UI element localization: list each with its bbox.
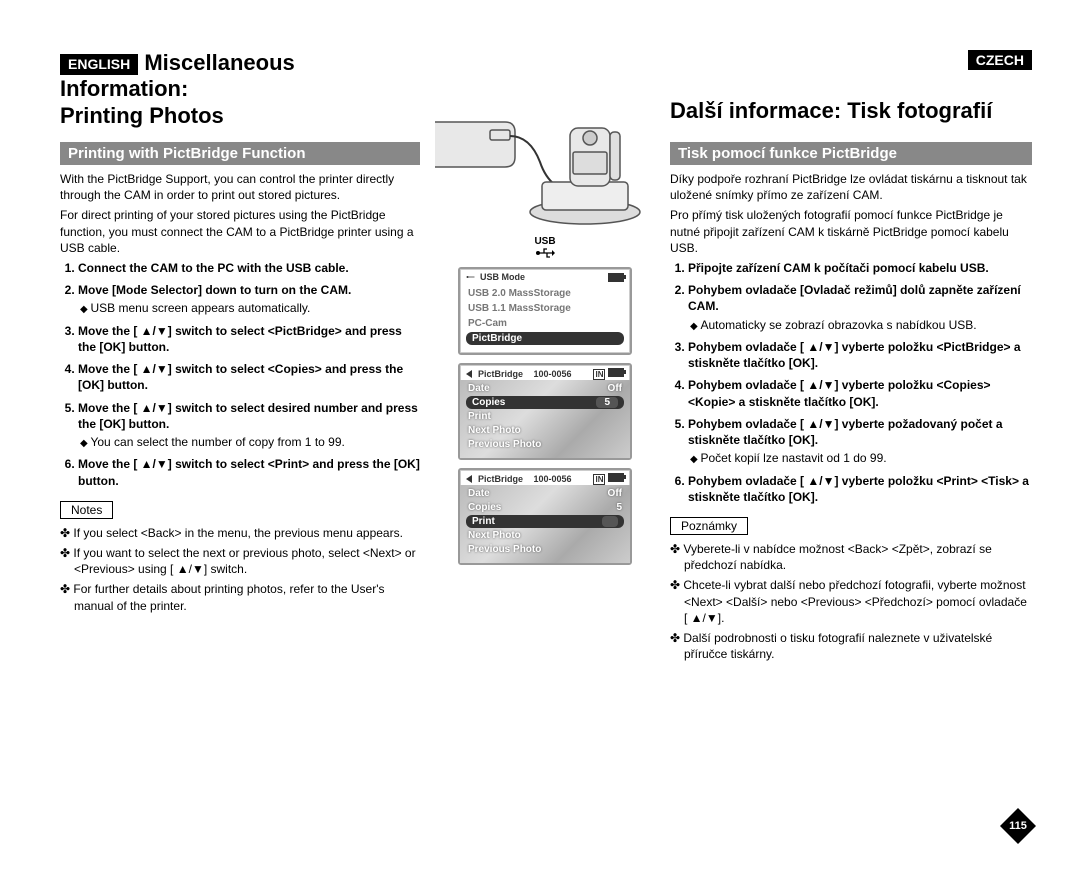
row-copies-sel: Copies5	[466, 396, 624, 409]
left-section-heading: Printing with PictBridge Function	[60, 142, 420, 165]
left-steps-list: Connect the CAM to the PC with the USB c…	[60, 260, 420, 489]
left-note-2: If you want to select the next or previo…	[60, 545, 420, 577]
left-step-2-sub: USB menu screen appears automatically.	[80, 300, 420, 317]
left-note-3: For further details about printing photo…	[60, 581, 420, 613]
right-step-5: Pohybem ovladače [ ▲/▼] vyberte požadova…	[688, 416, 1032, 467]
menu-usb11: USB 1.1 MassStorage	[466, 302, 624, 315]
right-step-4: Pohybem ovladače [ ▲/▼] vyberte položku …	[688, 377, 1032, 409]
left-notes-label: Notes	[60, 501, 113, 519]
row-prev: Previous Photo	[466, 543, 624, 556]
left-intro-p1: With the PictBridge Support, you can con…	[60, 171, 420, 203]
page-number: 115	[1000, 808, 1036, 844]
left-intro-p2: For direct printing of your stored pictu…	[60, 207, 420, 256]
screen3-title: PictBridge	[478, 474, 523, 484]
battery-icon	[608, 273, 624, 282]
menu-usb20: USB 2.0 MassStorage	[466, 287, 624, 300]
menu-pictbridge: PictBridge	[466, 332, 624, 345]
usb-mode-screen: USB Mode USB 2.0 MassStorage USB 1.1 Mas…	[458, 267, 632, 355]
right-note-2: Chcete-li vybrat další nebo předchozí fo…	[670, 577, 1032, 626]
pictbridge-screen-print: PictBridge 100-0056 IN DateOff Copies5 P…	[458, 468, 632, 565]
row-next: Next Photo	[466, 424, 624, 437]
back-arrow-icon	[466, 370, 474, 378]
left-step-2: Move [Mode Selector] down to turn on the…	[78, 282, 420, 317]
pictbridge-screen-copies: PictBridge 100-0056 IN DateOff Copies5 P…	[458, 363, 632, 460]
battery-icon	[608, 368, 624, 377]
right-column: CZECH Další informace: Tisk fotografií T…	[670, 50, 1032, 850]
left-notes-list: If you select <Back> in the menu, the pr…	[60, 525, 420, 614]
page-number-badge: 115	[1000, 808, 1036, 844]
row-prev: Previous Photo	[466, 438, 624, 451]
right-section-heading: Tisk pomocí funkce PictBridge	[670, 142, 1032, 165]
right-page-title: Další informace: Tisk fotografií	[670, 98, 1032, 124]
screen1-title: USB Mode	[480, 272, 525, 282]
right-step-2-sub: Automaticky se zobrazí obrazovka s nabíd…	[690, 317, 1032, 334]
screen2-counter: 100-0056	[534, 369, 572, 379]
right-step-2: Pohybem ovladače [Ovladač režimů] dolů z…	[688, 282, 1032, 333]
usb-label: USB	[420, 236, 670, 259]
right-note-1: Vyberete-li v nabídce možnost <Back> <Zp…	[670, 541, 1032, 573]
title-printing-photos: Printing Photos	[60, 103, 420, 129]
left-step-5: Move the [ ▲/▼] switch to select desired…	[78, 400, 420, 451]
row-date: DateOff	[466, 382, 624, 395]
right-step-5-sub: Počet kopií lze nastavit od 1 do 99.	[690, 450, 1032, 467]
right-note-3: Další podrobnosti o tisku fotografií nal…	[670, 630, 1032, 662]
right-intro-p1: Díky podpoře rozhraní PictBridge lze ovl…	[670, 171, 1032, 203]
screen3-counter: 100-0056	[534, 474, 572, 484]
center-column: USB USB Mode USB 2.0 MassStorage USB 1.1…	[420, 50, 670, 850]
czech-badge: CZECH	[968, 50, 1032, 70]
usb-icon	[466, 273, 476, 281]
right-notes-label: Poznámky	[670, 517, 748, 535]
left-step-1: Connect the CAM to the PC with the USB c…	[78, 260, 420, 276]
screen2-title: PictBridge	[478, 369, 523, 379]
row-next: Next Photo	[466, 529, 624, 542]
back-arrow-icon	[466, 475, 474, 483]
left-column: ENGLISH Miscellaneous Information: Print…	[60, 50, 420, 850]
row-print-sel: Print	[466, 515, 624, 528]
left-intro: With the PictBridge Support, you can con…	[60, 171, 420, 256]
left-page-title: ENGLISH Miscellaneous Information: Print…	[60, 50, 420, 129]
menu-pccam: PC-Cam	[466, 317, 624, 330]
right-step-6: Pohybem ovladače [ ▲/▼] vyberte položku …	[688, 473, 1032, 505]
device-illustration	[430, 112, 660, 232]
right-intro: Díky podpoře rozhraní PictBridge lze ovl…	[670, 171, 1032, 256]
row-date: DateOff	[466, 487, 624, 500]
right-step-3: Pohybem ovladače [ ▲/▼] vyberte položku …	[688, 339, 1032, 371]
right-notes-list: Vyberete-li v nabídce možnost <Back> <Zp…	[670, 541, 1032, 662]
right-steps-list: Připojte zařízení CAM k počítači pomocí …	[670, 260, 1032, 505]
usb-icon	[535, 247, 555, 259]
battery-icon	[608, 473, 624, 482]
left-step-6: Move the [ ▲/▼] switch to select <Print>…	[78, 456, 420, 488]
english-badge: ENGLISH	[60, 54, 138, 75]
left-note-1: If you select <Back> in the menu, the pr…	[60, 525, 420, 541]
left-step-5-sub: You can select the number of copy from 1…	[80, 434, 420, 451]
left-step-3: Move the [ ▲/▼] switch to select <PictBr…	[78, 323, 420, 355]
row-print: Print	[466, 410, 624, 423]
right-step-1: Připojte zařízení CAM k počítači pomocí …	[688, 260, 1032, 276]
left-step-4: Move the [ ▲/▼] switch to select <Copies…	[78, 361, 420, 393]
row-copies: Copies5	[466, 501, 624, 514]
right-intro-p2: Pro přímý tisk uložených fotografií pomo…	[670, 207, 1032, 256]
